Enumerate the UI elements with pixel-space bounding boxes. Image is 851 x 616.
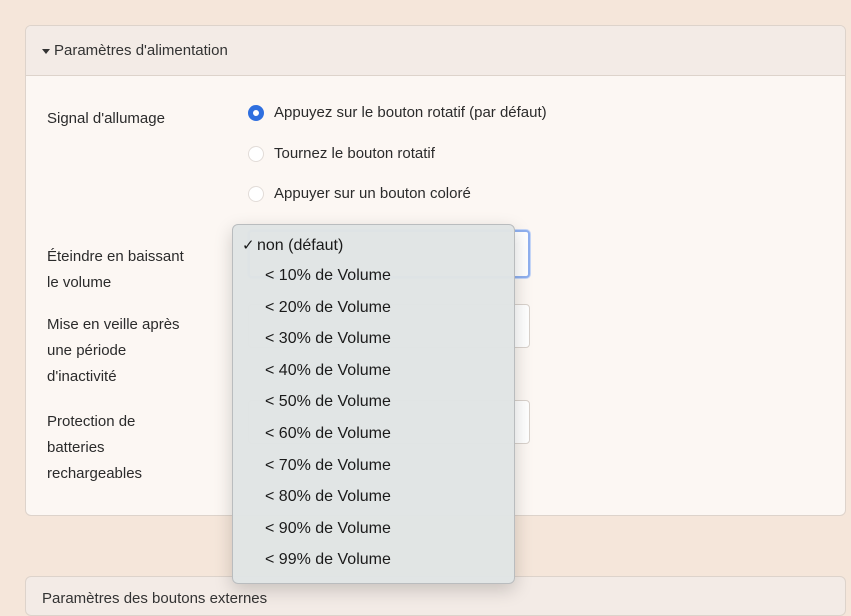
radio-unchecked-icon[interactable] xyxy=(248,145,264,162)
dropdown-option[interactable]: < 80% de Volume xyxy=(233,481,514,513)
battery-label-line2: batteries xyxy=(47,439,105,456)
volume-off-label-line2: le volume xyxy=(47,274,112,291)
dropdown-option[interactable]: < 20% de Volume xyxy=(233,292,514,324)
dropdown-option-label: < 80% de Volume xyxy=(265,488,391,506)
radio-option-label: Appuyez sur le bouton rotatif (par défau… xyxy=(274,104,547,121)
dropdown-option[interactable]: < 60% de Volume xyxy=(233,418,514,450)
dropdown-option-label: < 20% de Volume xyxy=(265,298,391,316)
power-settings-header[interactable]: Paramètres d'alimentation xyxy=(26,26,845,76)
radio-option-label: Appuyer sur un bouton coloré xyxy=(274,185,471,202)
radio-option-label: Tournez le bouton rotatif xyxy=(274,145,435,162)
radio-option-press-knob[interactable]: Appuyez sur le bouton rotatif (par défau… xyxy=(248,104,547,121)
volume-off-label-line1: Éteindre en baissant xyxy=(47,248,184,265)
dropdown-option-label: < 90% de Volume xyxy=(265,519,391,537)
battery-label-line3: rechargeables xyxy=(47,465,143,482)
power-on-signal-label: Signal d'allumage xyxy=(47,110,165,127)
sleep-label-line2: une période xyxy=(47,342,127,359)
dropdown-option-label: < 10% de Volume xyxy=(265,267,391,284)
dropdown-option[interactable]: < 10% de Volume xyxy=(233,260,514,292)
dropdown-option[interactable]: ✓ non (défaut) xyxy=(233,232,514,260)
radio-checked-icon[interactable] xyxy=(248,104,264,121)
radio-unchecked-icon[interactable] xyxy=(248,185,264,202)
dropdown-option[interactable]: < 30% de Volume xyxy=(233,323,514,355)
dropdown-option-label: < 40% de Volume xyxy=(265,361,391,379)
power-settings-title: Paramètres d'alimentation xyxy=(54,42,228,59)
dropdown-option-label: < 70% de Volume xyxy=(265,456,391,474)
sleep-label: Mise en veille après une période d'inact… xyxy=(47,312,180,390)
sleep-label-line3: d'inactivité xyxy=(47,368,117,385)
radio-option-turn-knob[interactable]: Tournez le bouton rotatif xyxy=(248,145,435,162)
dropdown-option[interactable]: < 99% de Volume xyxy=(233,544,514,576)
dropdown-option-label: < 50% de Volume xyxy=(265,393,391,411)
volume-off-label: Éteindre en baissant le volume xyxy=(47,244,184,296)
caret-down-icon xyxy=(42,49,50,54)
checkmark-icon: ✓ xyxy=(242,237,255,254)
dropdown-option[interactable]: < 70% de Volume xyxy=(233,450,514,482)
dropdown-option-label: < 99% de Volume xyxy=(265,551,391,569)
radio-option-colored-button[interactable]: Appuyer sur un bouton coloré xyxy=(248,185,471,202)
sleep-label-line1: Mise en veille après xyxy=(47,316,180,333)
dropdown-option[interactable]: < 50% de Volume xyxy=(233,386,514,418)
battery-label-line1: Protection de xyxy=(47,413,136,430)
dropdown-option-label: < 30% de Volume xyxy=(265,330,391,348)
dropdown-option[interactable]: < 40% de Volume xyxy=(233,355,514,387)
dropdown-option-label: non (défaut) xyxy=(257,237,344,254)
battery-label: Protection de batteries rechargeables xyxy=(47,409,142,487)
dropdown-option-label: < 60% de Volume xyxy=(265,424,391,442)
dropdown-option[interactable]: < 90% de Volume xyxy=(233,513,514,545)
volume-off-dropdown-menu[interactable]: ✓ non (défaut) < 10% de Volume < 20% de … xyxy=(232,224,515,584)
